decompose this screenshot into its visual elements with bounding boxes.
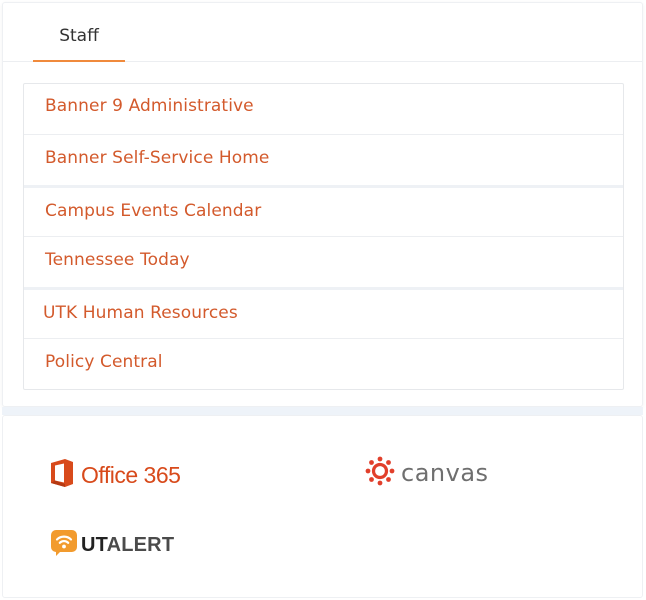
- section-divider: [2, 407, 643, 415]
- tab-staff[interactable]: Staff: [33, 3, 125, 62]
- canvas-link[interactable]: canvas: [365, 456, 489, 490]
- staff-link-list: Banner 9 Administrative Banner Self-Serv…: [23, 83, 624, 390]
- tab-bar: Staff: [3, 3, 642, 62]
- link-policy-central[interactable]: Policy Central: [24, 338, 623, 389]
- ut-alert-link[interactable]: UTALERT: [51, 530, 174, 560]
- canvas-icon: [365, 456, 395, 490]
- link-banner-9-administrative[interactable]: Banner 9 Administrative: [24, 84, 623, 134]
- app-logos-panel: Office 365 canvas UTALERT: [2, 415, 643, 598]
- staff-panel: Staff Banner 9 Administrative Banner Sel…: [2, 2, 643, 407]
- ut-alert-label: UTALERT: [81, 534, 174, 557]
- link-banner-self-service-home[interactable]: Banner Self-Service Home: [24, 134, 623, 185]
- active-tab-indicator: [33, 60, 125, 62]
- link-utk-human-resources[interactable]: UTK Human Resources: [24, 287, 623, 338]
- ut-alert-label-alert: ALERT: [106, 533, 175, 556]
- link-tennessee-today[interactable]: Tennessee Today: [24, 236, 623, 287]
- link-campus-events-calendar[interactable]: Campus Events Calendar: [24, 185, 623, 236]
- office-icon: [49, 458, 75, 492]
- ut-alert-label-ut: UT: [81, 533, 107, 556]
- canvas-label: canvas: [401, 459, 489, 487]
- wifi-alert-icon: [51, 530, 77, 560]
- office-365-link[interactable]: Office 365: [49, 458, 181, 492]
- office-365-label: Office 365: [81, 461, 181, 488]
